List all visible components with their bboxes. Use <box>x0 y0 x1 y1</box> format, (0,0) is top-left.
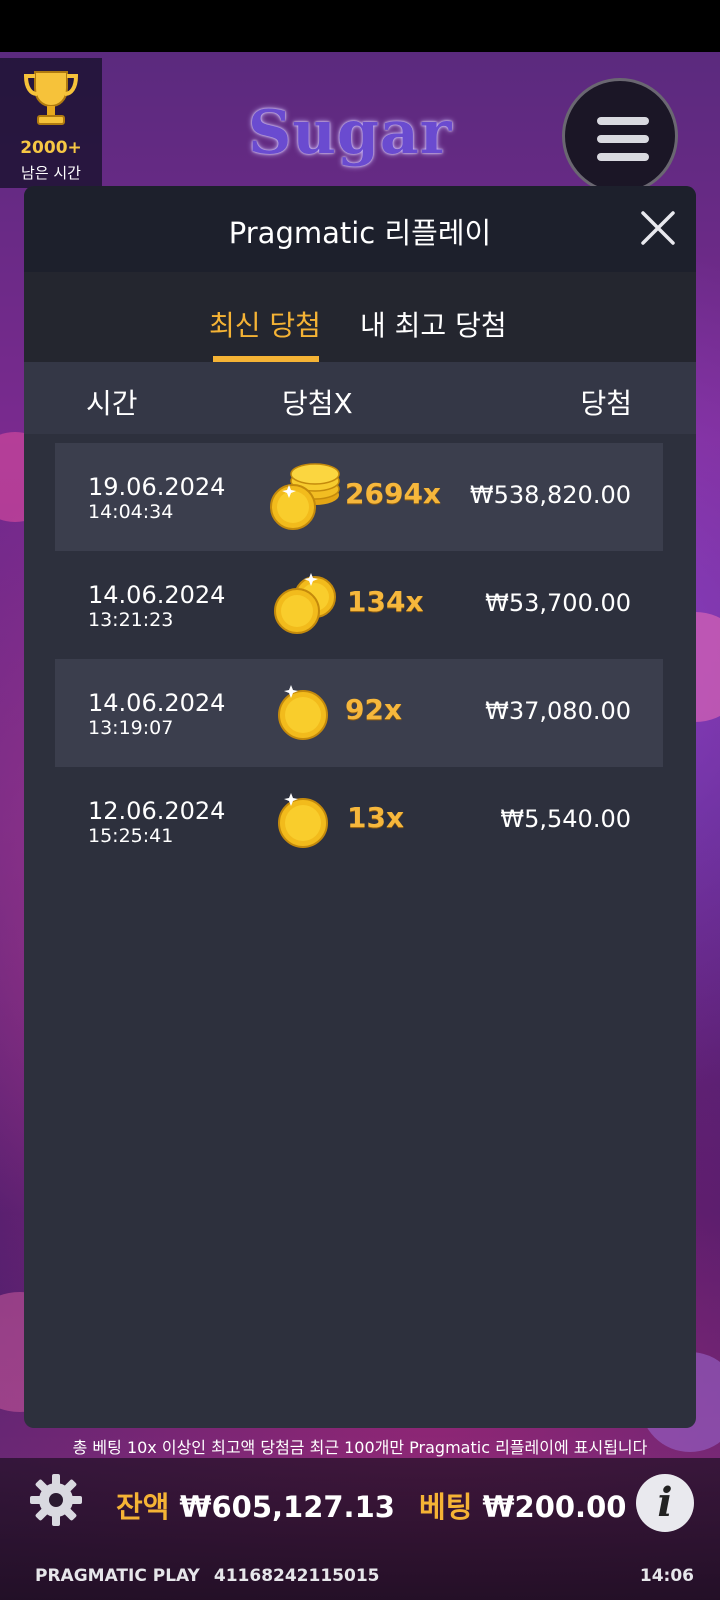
replay-tabs: 최신 당첨 내 최고 당첨 <box>24 272 696 362</box>
column-win: 당첨 <box>580 387 632 420</box>
row-win-amount: ₩538,820.00 <box>469 481 631 509</box>
row-date: 12.06.2024 <box>88 797 226 825</box>
footer-brand: PRAGMATIC PLAY 41168242115015 <box>35 1566 379 1586</box>
trophy-icon <box>23 71 79 125</box>
row-win-amount: ₩37,080.00 <box>485 697 631 725</box>
tournament-count: 2000+ <box>20 138 82 158</box>
table-header: 시간 당첨X 당첨 <box>24 362 696 434</box>
coin-icon <box>278 685 328 740</box>
balance-bet-display: 잔액 ₩605,127.13 베팅 ₩200.00 <box>116 1484 626 1526</box>
gear-icon[interactable] <box>28 1472 84 1528</box>
session-id: 41168242115015 <box>213 1566 380 1586</box>
row-time: 14:04:34 <box>88 501 174 523</box>
column-time: 시간 <box>86 387 138 420</box>
bet-value: ₩200.00 <box>482 1490 627 1524</box>
brand-name: PRAGMATIC PLAY <box>35 1566 200 1586</box>
close-icon[interactable] <box>638 208 678 248</box>
coin-stack-large-icon <box>270 463 340 530</box>
time-remaining-label: 남은 시간 <box>21 164 81 182</box>
row-win-amount: ₩5,540.00 <box>500 805 631 833</box>
replay-panel-header: Pragmatic 리플레이 <box>24 186 696 272</box>
info-icon: i <box>657 1479 673 1526</box>
row-multiplier: 13x <box>347 801 405 834</box>
row-date: 19.06.2024 <box>88 473 226 501</box>
row-multiplier: 92x <box>345 693 403 726</box>
row-time: 15:25:41 <box>88 825 174 847</box>
row-multiplier: 2694x <box>345 477 441 510</box>
replay-panel: Pragmatic 리플레이 최신 당첨 내 최고 당첨 시간 당첨X 당첨 1… <box>24 186 696 1428</box>
balance-value: ₩605,127.13 <box>179 1490 395 1524</box>
column-multiplier: 당첨X <box>282 387 353 420</box>
row-multiplier: 134x <box>347 585 424 618</box>
row-win-amount: ₩53,700.00 <box>485 589 631 617</box>
game-logo: Sugar <box>248 98 453 168</box>
info-button[interactable]: i <box>636 1474 694 1532</box>
balance-label: 잔액 <box>116 1490 170 1524</box>
tab-my-best-wins[interactable]: 내 최고 당첨 <box>360 304 507 344</box>
clock: 14:06 <box>639 1566 694 1586</box>
tab-latest-wins[interactable]: 최신 당첨 <box>209 304 321 344</box>
table-row[interactable]: 14.06.2024 13:19:07 92x ₩37,080.00 <box>55 659 663 767</box>
table-row[interactable]: 19.06.2024 14:04:34 2694x ₩538,820.00 <box>55 443 663 551</box>
row-time: 13:19:07 <box>88 717 174 739</box>
menu-button[interactable] <box>562 78 678 194</box>
table-row[interactable]: 12.06.2024 15:25:41 13x ₩5,540.00 <box>55 767 663 875</box>
coin-pair-icon <box>274 573 336 634</box>
table-row[interactable]: 14.06.2024 13:21:23 134x ₩53,700.00 <box>55 551 663 659</box>
row-date: 14.06.2024 <box>88 581 226 609</box>
replay-notice: 총 베팅 10x 이상인 최고액 당첨금 최근 100개만 Pragmatic … <box>72 1438 648 1457</box>
row-date: 14.06.2024 <box>88 689 226 717</box>
panel-title: Pragmatic 리플레이 <box>228 216 492 250</box>
bet-label: 베팅 <box>419 1490 473 1524</box>
tournament-badge[interactable]: 2000+ 남은 시간 <box>0 58 102 188</box>
coin-icon <box>278 793 328 848</box>
row-time: 13:21:23 <box>88 609 174 631</box>
